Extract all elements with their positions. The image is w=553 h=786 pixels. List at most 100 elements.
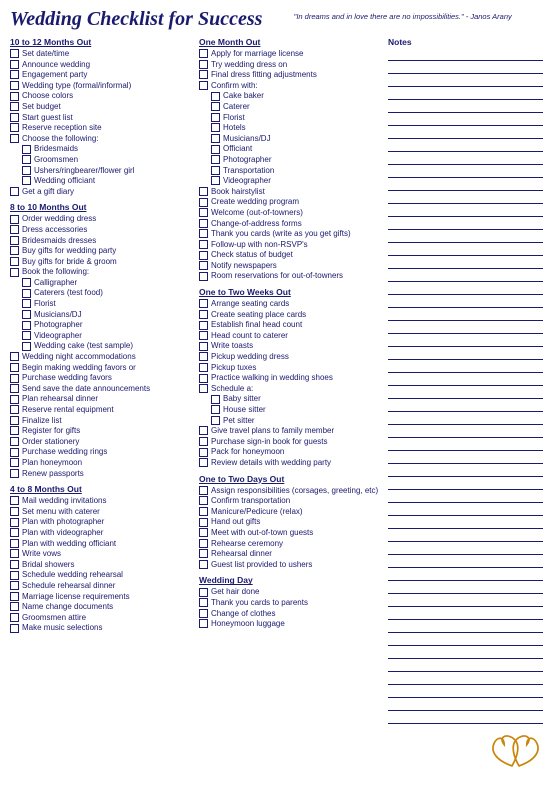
- checkbox[interactable]: [211, 113, 220, 122]
- checkbox[interactable]: [199, 363, 208, 372]
- checkbox[interactable]: [10, 92, 19, 101]
- checkbox[interactable]: [10, 81, 19, 90]
- checkbox[interactable]: [22, 145, 31, 154]
- checkbox[interactable]: [10, 268, 19, 277]
- checkbox[interactable]: [199, 321, 208, 330]
- checkbox[interactable]: [199, 219, 208, 228]
- checkbox[interactable]: [211, 102, 220, 111]
- checkbox[interactable]: [211, 395, 220, 404]
- checkbox[interactable]: [10, 437, 19, 446]
- checkbox[interactable]: [10, 225, 19, 234]
- checkbox[interactable]: [10, 549, 19, 558]
- checkbox[interactable]: [10, 246, 19, 255]
- checkbox[interactable]: [199, 60, 208, 69]
- checkbox[interactable]: [199, 458, 208, 467]
- checkbox[interactable]: [10, 187, 19, 196]
- checkbox[interactable]: [10, 49, 19, 58]
- checkbox[interactable]: [22, 176, 31, 185]
- checkbox[interactable]: [199, 619, 208, 628]
- checkbox[interactable]: [211, 123, 220, 132]
- checkbox[interactable]: [10, 257, 19, 266]
- checkbox[interactable]: [199, 518, 208, 527]
- checkbox[interactable]: [199, 374, 208, 383]
- checkbox[interactable]: [199, 229, 208, 238]
- checkbox[interactable]: [22, 321, 31, 330]
- checkbox[interactable]: [199, 560, 208, 569]
- checkbox[interactable]: [199, 342, 208, 351]
- checkbox[interactable]: [199, 70, 208, 79]
- checkbox[interactable]: [10, 448, 19, 457]
- checkbox[interactable]: [199, 187, 208, 196]
- checkbox[interactable]: [10, 102, 19, 111]
- checkbox[interactable]: [10, 215, 19, 224]
- checkbox[interactable]: [211, 155, 220, 164]
- checkbox[interactable]: [199, 507, 208, 516]
- checkbox[interactable]: [10, 571, 19, 580]
- checkbox[interactable]: [199, 528, 208, 537]
- checkbox[interactable]: [199, 437, 208, 446]
- checkbox[interactable]: [10, 469, 19, 478]
- checkbox[interactable]: [199, 198, 208, 207]
- checkbox[interactable]: [199, 496, 208, 505]
- checkbox[interactable]: [22, 331, 31, 340]
- checkbox[interactable]: [10, 113, 19, 122]
- checkbox[interactable]: [10, 134, 19, 143]
- checkbox[interactable]: [10, 613, 19, 622]
- checkbox[interactable]: [211, 134, 220, 143]
- checkbox[interactable]: [10, 60, 19, 69]
- checkbox[interactable]: [10, 507, 19, 516]
- checkbox[interactable]: [211, 92, 220, 101]
- checkbox[interactable]: [199, 549, 208, 558]
- checkbox[interactable]: [10, 236, 19, 245]
- checkbox[interactable]: [211, 145, 220, 154]
- checkbox[interactable]: [22, 155, 31, 164]
- checkbox[interactable]: [199, 240, 208, 249]
- checkbox[interactable]: [199, 251, 208, 260]
- checkbox[interactable]: [211, 416, 220, 425]
- checkbox[interactable]: [199, 299, 208, 308]
- checkbox[interactable]: [22, 278, 31, 287]
- checkbox[interactable]: [10, 363, 19, 372]
- checkbox[interactable]: [10, 70, 19, 79]
- checkbox[interactable]: [211, 405, 220, 414]
- checkbox[interactable]: [199, 609, 208, 618]
- checkbox[interactable]: [22, 342, 31, 351]
- checkbox[interactable]: [10, 624, 19, 633]
- checkbox[interactable]: [10, 560, 19, 569]
- checkbox[interactable]: [10, 374, 19, 383]
- checkbox[interactable]: [199, 261, 208, 270]
- checkbox[interactable]: [199, 352, 208, 361]
- checkbox[interactable]: [10, 518, 19, 527]
- checkbox[interactable]: [199, 49, 208, 58]
- checkbox[interactable]: [10, 539, 19, 548]
- checkbox[interactable]: [10, 528, 19, 537]
- checkbox[interactable]: [10, 384, 19, 393]
- checkbox[interactable]: [10, 581, 19, 590]
- checkbox[interactable]: [10, 123, 19, 132]
- checkbox[interactable]: [211, 166, 220, 175]
- checkbox[interactable]: [10, 405, 19, 414]
- checkbox[interactable]: [10, 416, 19, 425]
- checkbox[interactable]: [10, 352, 19, 361]
- checkbox[interactable]: [10, 458, 19, 467]
- checkbox[interactable]: [10, 496, 19, 505]
- checkbox[interactable]: [199, 426, 208, 435]
- checkbox[interactable]: [199, 448, 208, 457]
- checkbox[interactable]: [22, 166, 31, 175]
- checkbox[interactable]: [10, 395, 19, 404]
- checkbox[interactable]: [10, 426, 19, 435]
- checkbox[interactable]: [211, 176, 220, 185]
- checkbox[interactable]: [199, 539, 208, 548]
- checkbox[interactable]: [199, 310, 208, 319]
- checkbox[interactable]: [199, 486, 208, 495]
- checkbox[interactable]: [22, 310, 31, 319]
- checkbox[interactable]: [22, 299, 31, 308]
- checkbox[interactable]: [10, 592, 19, 601]
- checkbox[interactable]: [199, 384, 208, 393]
- checkbox[interactable]: [199, 588, 208, 597]
- checkbox[interactable]: [199, 81, 208, 90]
- checkbox[interactable]: [199, 272, 208, 281]
- checkbox[interactable]: [199, 331, 208, 340]
- checkbox[interactable]: [199, 598, 208, 607]
- checkbox[interactable]: [10, 602, 19, 611]
